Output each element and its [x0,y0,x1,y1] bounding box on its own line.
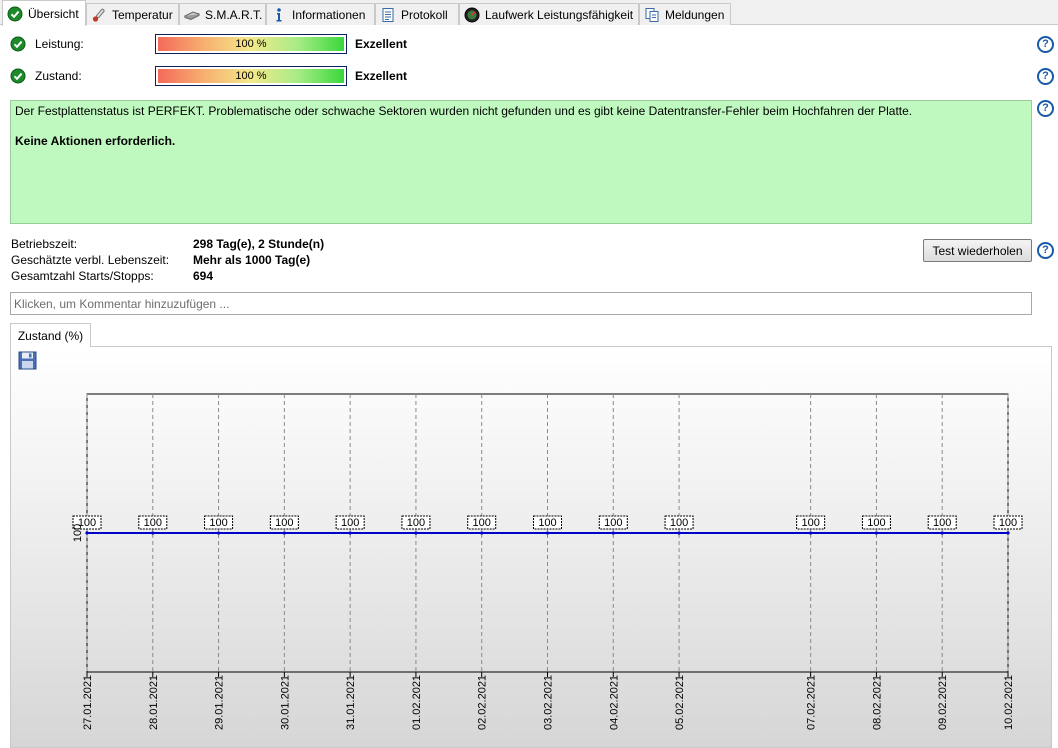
data-label: 100 [604,517,622,529]
speedometer-icon [464,7,480,23]
info-icon [271,7,287,23]
start-stop-value: 694 [193,269,214,283]
lifetime-label: Geschätzte verbl. Lebenszeit: [11,253,170,267]
data-point [216,531,221,535]
help-icon[interactable]: ? [1037,242,1054,259]
data-point [151,531,155,535]
tab-label: Protokoll [401,7,448,22]
data-label: 100 [209,517,227,529]
data-point [874,531,879,535]
log-document-icon [380,7,396,23]
data-label: 100 [341,517,359,529]
performance-rating: Exzellent [355,37,408,51]
x-tick-label: 29.01.2021 [214,675,226,730]
comment-input[interactable] [10,292,1032,315]
tab-health-chart[interactable]: Zustand (%) [10,323,91,347]
start-stop-label: Gesamtzahl Starts/Stopps: [11,269,154,283]
help-icon[interactable]: ? [1037,36,1054,53]
y-tick-label: 100 [72,524,84,542]
x-tick-label: 30.01.2021 [279,675,291,730]
check-circle-icon [7,6,23,22]
performance-label: Leistung: [35,37,84,51]
chart-panel: 27.01.2021 28.01.2021 29.01.2021 30.01.2021… [10,346,1052,748]
performance-row: Leistung: 100 % Exzellent [10,34,430,54]
tab-laufwerk-leistungsfaehigkeit[interactable]: Laufwerk Leistungsfähigkeit [459,3,639,25]
data-label: 100 [867,517,885,529]
tab-label: Informationen [292,7,366,22]
messages-icon [644,7,660,23]
data-point [677,531,681,535]
tab-label: S.M.A.R.T. [205,7,263,22]
lifetime-value: Mehr als 1000 Tag(e) [193,253,311,267]
help-icon[interactable]: ? [1037,100,1054,117]
x-tick-label: 05.02.2021 [674,675,686,730]
x-tick-label: 28.01.2021 [148,675,160,730]
data-point [414,531,418,535]
health-bar-fill: 100 % [158,69,344,83]
tab-smart[interactable]: S.M.A.R.T. [179,3,266,25]
health-percent: 100 % [235,70,267,82]
help-icon[interactable]: ? [1037,68,1054,85]
tab-label: Laufwerk Leistungsfähigkeit [485,7,634,22]
status-message-box: Der Festplattenstatus ist PERFEKT. Probl… [10,100,1032,224]
data-label: 100 [933,517,951,529]
tab-bar: Übersicht Temperatur S.M.A.R.T. Informat… [0,0,1058,26]
tab-temperatur[interactable]: Temperatur [86,3,179,25]
data-label: 100 [275,517,293,529]
x-tick-label: 27.01.2021 [82,675,94,730]
data-label: 100 [670,517,688,529]
data-point [1006,531,1010,535]
data-label: 100 [801,517,819,529]
data-point [282,531,286,535]
check-circle-icon [10,68,26,84]
uptime-label: Betriebszeit: [11,237,78,251]
data-point [611,531,615,535]
x-tick-label: 09.02.2021 [937,675,949,730]
data-label: 100 [407,517,425,529]
tab-informationen[interactable]: Informationen [266,3,375,25]
drive-icon [184,7,200,23]
status-message: Der Festplattenstatus ist PERFEKT. Probl… [15,104,913,118]
tab-meldungen[interactable]: Meldungen [639,3,731,25]
tab-label: Übersicht [28,6,79,21]
data-point [545,531,550,535]
performance-bar: 100 % [155,34,347,54]
health-chart: 27.01.2021 28.01.2021 29.01.2021 30.01.2021… [72,393,1023,730]
data-point [480,531,484,535]
health-rating: Exzellent [355,69,408,83]
x-tick-label: 08.02.2021 [871,675,883,730]
data-label: 100 [999,517,1017,529]
thermometer-icon [91,7,107,23]
retest-button[interactable]: Test wiederholen [923,239,1032,262]
status-action: Keine Aktionen erforderlich. [15,134,176,148]
x-tick-label: 31.01.2021 [345,675,357,730]
tab-label: Temperatur [112,7,173,22]
data-point [348,531,352,535]
x-tick-label: 10.02.2021 [1003,675,1015,730]
data-point [85,531,89,535]
x-tick-label: 04.02.2021 [608,675,620,730]
health-row: Zustand: 100 % Exzellent [10,66,430,86]
x-tick-label: 01.02.2021 [411,675,423,730]
check-circle-icon [10,36,26,52]
x-tick-label: 02.02.2021 [477,675,489,730]
uptime-value: 298 Tag(e), 2 Stunde(n) [193,237,325,251]
tab-protokoll[interactable]: Protokoll [375,3,459,25]
performance-bar-fill: 100 % [158,37,344,51]
data-label: 100 [144,517,162,529]
x-tick-label: 03.02.2021 [543,675,555,730]
performance-percent: 100 % [235,38,267,50]
tab-label: Meldungen [665,7,725,22]
health-bar: 100 % [155,66,347,86]
data-label: 100 [473,517,491,529]
tab-uebersicht[interactable]: Übersicht [2,0,86,26]
data-label: 100 [538,517,556,529]
data-point [940,531,944,535]
health-label: Zustand: [35,69,82,83]
data-point [809,531,813,535]
x-tick-label: 07.02.2021 [806,675,818,730]
